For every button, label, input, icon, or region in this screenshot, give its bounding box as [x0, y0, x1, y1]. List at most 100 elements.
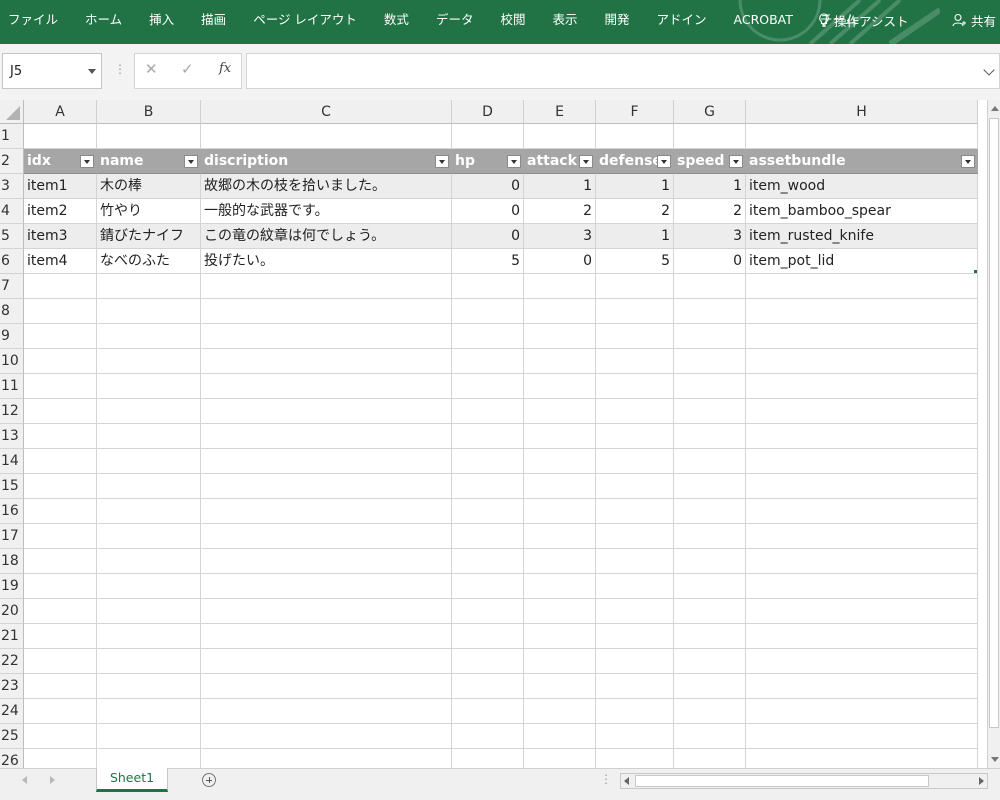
table-cell[interactable]: 0: [452, 174, 524, 199]
row-header[interactable]: 10: [0, 349, 24, 374]
grid-cell[interactable]: [596, 349, 674, 374]
grid-cell[interactable]: [24, 599, 97, 624]
grid-cell[interactable]: [596, 549, 674, 574]
filter-dropdown-icon[interactable]: [579, 155, 593, 168]
grid-cell[interactable]: [674, 299, 746, 324]
formula-input[interactable]: [246, 53, 1000, 89]
grid-cell[interactable]: [596, 699, 674, 724]
grid-cell[interactable]: [452, 724, 524, 749]
row-header[interactable]: 25: [0, 724, 24, 749]
table-cell[interactable]: 1: [674, 174, 746, 199]
table-header-cell[interactable]: assetbundle: [746, 149, 978, 174]
grid-cell[interactable]: [201, 349, 452, 374]
grid-cell[interactable]: [97, 724, 201, 749]
grid-cell[interactable]: [674, 574, 746, 599]
grid-cell[interactable]: [524, 499, 596, 524]
table-cell[interactable]: 故郷の木の枝を拾いました。: [201, 174, 452, 199]
grid-cell[interactable]: [201, 549, 452, 574]
grid-cell[interactable]: [24, 649, 97, 674]
grid-cell[interactable]: [24, 749, 97, 768]
table-cell[interactable]: 0: [524, 249, 596, 274]
grid-cell[interactable]: [97, 674, 201, 699]
grid-cell[interactable]: [24, 449, 97, 474]
grid-cell[interactable]: [746, 324, 978, 349]
grid-cell[interactable]: [746, 599, 978, 624]
ribbon-tab[interactable]: 挿入: [149, 0, 174, 40]
grid-cell[interactable]: [97, 624, 201, 649]
grid-cell[interactable]: [524, 124, 596, 149]
row-header[interactable]: 5: [0, 224, 24, 249]
next-sheet-icon[interactable]: [50, 776, 55, 784]
grid-cell[interactable]: [596, 274, 674, 299]
grid-cell[interactable]: [746, 624, 978, 649]
grid-cell[interactable]: [24, 574, 97, 599]
row-header[interactable]: 12: [0, 399, 24, 424]
scroll-thumb[interactable]: [635, 775, 929, 787]
grid-cell[interactable]: [674, 749, 746, 768]
grid-cell[interactable]: [452, 749, 524, 768]
grid-cell[interactable]: [746, 274, 978, 299]
grid-cell[interactable]: [201, 524, 452, 549]
table-cell[interactable]: 錆びたナイフ: [97, 224, 201, 249]
horizontal-scrollbar[interactable]: [620, 773, 988, 789]
scroll-down-icon[interactable]: [991, 757, 999, 762]
grid-cell[interactable]: [524, 574, 596, 599]
grid-cell[interactable]: [524, 399, 596, 424]
grid-cell[interactable]: [97, 524, 201, 549]
grid-cell[interactable]: [524, 524, 596, 549]
grid-cell[interactable]: [524, 474, 596, 499]
table-cell[interactable]: 1: [596, 224, 674, 249]
grid-cell[interactable]: [24, 524, 97, 549]
grid-cell[interactable]: [24, 724, 97, 749]
grid-cell[interactable]: [524, 424, 596, 449]
row-header[interactable]: 18: [0, 549, 24, 574]
expand-formula-icon[interactable]: [983, 64, 995, 76]
filter-dropdown-icon[interactable]: [657, 155, 671, 168]
table-cell[interactable]: この竜の紋章は何でしょう。: [201, 224, 452, 249]
grid-cell[interactable]: [746, 699, 978, 724]
table-cell[interactable]: 0: [674, 249, 746, 274]
grid-cell[interactable]: [674, 399, 746, 424]
name-box[interactable]: J5: [2, 53, 102, 89]
table-cell[interactable]: 2: [596, 199, 674, 224]
enter-icon[interactable]: ✓: [181, 60, 194, 78]
ribbon-tab[interactable]: ページ レイアウト: [253, 0, 357, 40]
grid-cell[interactable]: [97, 474, 201, 499]
grid-cell[interactable]: [201, 499, 452, 524]
row-header[interactable]: 21: [0, 624, 24, 649]
grid-cell[interactable]: [452, 574, 524, 599]
ribbon-tab[interactable]: 数式: [384, 0, 409, 40]
row-header[interactable]: 22: [0, 649, 24, 674]
grid-cell[interactable]: [524, 274, 596, 299]
prev-sheet-icon[interactable]: [22, 776, 27, 784]
table-cell[interactable]: 2: [524, 199, 596, 224]
grid-cell[interactable]: [97, 599, 201, 624]
grid-cell[interactable]: [452, 274, 524, 299]
row-header[interactable]: 20: [0, 599, 24, 624]
grid-cell[interactable]: [201, 399, 452, 424]
row-header[interactable]: 26: [0, 749, 24, 768]
grid-cell[interactable]: [452, 474, 524, 499]
table-header-cell[interactable]: name: [97, 149, 201, 174]
table-cell[interactable]: item_rusted_knife: [746, 224, 978, 249]
grid-cell[interactable]: [97, 324, 201, 349]
grid-cell[interactable]: [596, 624, 674, 649]
grid-cell[interactable]: [201, 474, 452, 499]
grid-cell[interactable]: [201, 699, 452, 724]
table-cell[interactable]: 投げたい。: [201, 249, 452, 274]
grid-cell[interactable]: [596, 474, 674, 499]
grid-cell[interactable]: [24, 474, 97, 499]
grid-cell[interactable]: [524, 699, 596, 724]
grid-cell[interactable]: [596, 574, 674, 599]
ribbon-tab[interactable]: 校閲: [500, 0, 525, 40]
grid-cell[interactable]: [97, 699, 201, 724]
scroll-right-icon[interactable]: [979, 777, 984, 785]
row-header[interactable]: 11: [0, 374, 24, 399]
row-header[interactable]: 3: [0, 174, 24, 199]
grid-cell[interactable]: [674, 649, 746, 674]
spreadsheet-grid[interactable]: A B C D E F G H 1 2 idx name discription hp attack defe…: [0, 100, 978, 768]
grid-cell[interactable]: [24, 374, 97, 399]
grid-cell[interactable]: [97, 649, 201, 674]
sheet-tab-active[interactable]: Sheet1: [96, 768, 168, 792]
grid-cell[interactable]: [674, 324, 746, 349]
